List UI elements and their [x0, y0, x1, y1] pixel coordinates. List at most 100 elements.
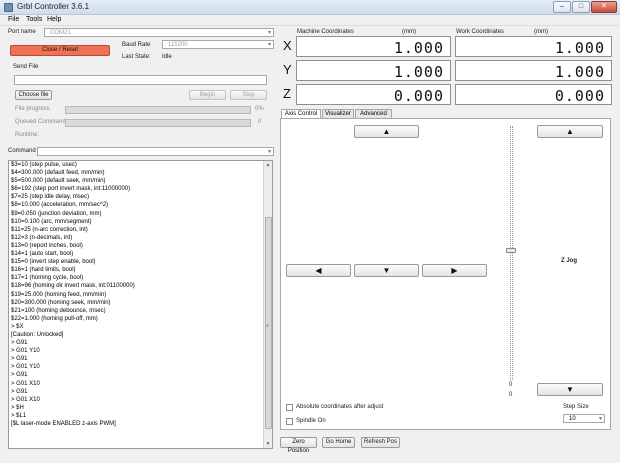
baud-rate-select[interactable]: 115200 ▾	[162, 40, 274, 49]
z-jog-label: Z Jog	[561, 258, 577, 264]
file-progress-percent: 0%	[255, 106, 264, 112]
begin-button[interactable]: Begin	[189, 90, 226, 100]
queued-commands-value: 0	[258, 119, 262, 125]
jog-x-minus-button[interactable]: ◀	[286, 264, 351, 277]
console-output[interactable]: $3=10 (step pulse, usec) $4=300.000 (defa…	[8, 160, 273, 449]
last-state-label: Last State:	[122, 54, 151, 60]
file-progress-bar	[65, 106, 251, 114]
choose-file-button[interactable]: Choose file	[15, 90, 52, 100]
maximize-button[interactable]: □	[572, 1, 590, 13]
scroll-up-icon[interactable]: ▲	[264, 162, 272, 168]
console-line: > $X	[11, 323, 24, 330]
jog-y-plus-button[interactable]: ▲	[354, 125, 419, 138]
console-line: > G91	[11, 388, 28, 395]
console-line: [$L laser-mode ENABLED z-axis PWM]	[11, 421, 116, 427]
menu-help[interactable]: Help	[47, 16, 61, 23]
absolute-coords-label: Absolute coordinates after adjust	[296, 404, 384, 410]
console-line: $16=1 (hard limits, bool)	[11, 267, 76, 274]
axis-z-label: Z	[283, 86, 291, 101]
minimize-button[interactable]: –	[553, 1, 571, 13]
chevron-down-icon: ▾	[598, 416, 602, 422]
command-label: Command	[8, 148, 36, 154]
baud-rate-label: Baud Rate	[122, 42, 151, 48]
console-line: [Caution: Unlocked]	[11, 331, 64, 338]
menu-file[interactable]: File	[8, 16, 19, 23]
axis-y-label: Y	[283, 62, 292, 77]
work-z-display: 0.000	[455, 84, 612, 105]
console-line: $5=500.000 (default seek, mm/min)	[11, 178, 106, 185]
stop-button[interactable]: Stop	[230, 90, 267, 100]
console-line: > G01 X10	[11, 380, 40, 387]
work-y-value: 1.000	[554, 63, 605, 81]
z-speed-slider-track[interactable]	[510, 126, 513, 380]
file-path-field[interactable]	[14, 75, 267, 85]
jog-y-minus-button[interactable]: ▼	[354, 264, 419, 277]
go-home-button[interactable]: Go Home	[322, 437, 355, 448]
machine-x-value: 1.000	[393, 39, 444, 57]
console-line: $4=300.000 (default feed, mm/min)	[11, 170, 105, 177]
machine-y-value: 1.000	[393, 63, 444, 81]
step-size-select[interactable]: 10 ▾	[563, 414, 605, 423]
queued-commands-label: Queued Commands	[15, 119, 69, 125]
file-progress-label: File progress	[15, 106, 50, 112]
console-line: $19=25.000 (homing feed, mm/min)	[11, 291, 107, 298]
refresh-pos-button[interactable]: Refresh Pos	[361, 437, 400, 448]
port-name-select[interactable]: COM21 ▾	[44, 28, 274, 37]
machine-z-display: 0.000	[296, 84, 451, 105]
grip-icon: ≡	[266, 323, 269, 329]
port-name-value: COM21	[50, 30, 71, 36]
spindle-on-label: Spindle On	[296, 418, 326, 424]
tab-advanced[interactable]: Advanced	[355, 109, 392, 118]
console-line: $11=25 (n-arc correction, int)	[11, 226, 88, 233]
console-line: $9=0.050 (junction deviation, mm)	[11, 210, 102, 217]
menu-bar: File Tools Help	[0, 15, 620, 26]
console-line: $14=1 (auto start, bool)	[11, 251, 74, 258]
zero-position-button[interactable]: Zero Position	[280, 437, 317, 454]
console-line: > G91	[11, 372, 28, 379]
machine-coordinates-label: Machine Coordinates	[297, 29, 354, 35]
jog-x-plus-button[interactable]: ▶	[422, 264, 487, 277]
console-line: $8=10.000 (acceleration, mm/sec^2)	[11, 202, 109, 209]
absolute-coords-checkbox[interactable]	[286, 404, 293, 411]
console-line: > G91	[11, 356, 28, 363]
command-input[interactable]: ▾	[37, 147, 274, 156]
console-line: > $H	[11, 404, 24, 411]
title-bar: Grbl Controller 3.6.1 – □ ✕	[0, 0, 620, 15]
machine-unit-label: (mm)	[402, 29, 416, 35]
console-line: > G01 Y10	[11, 364, 40, 371]
work-coordinates-label: Work Coordinates	[456, 29, 504, 35]
step-size-label: Step Size	[563, 404, 589, 410]
console-line: $15=0 (invert step enable, bool)	[11, 259, 96, 266]
close-reset-button[interactable]: Close / Reset	[10, 45, 110, 56]
slider-bottom-value: 0	[509, 392, 513, 398]
console-line: > $L1	[11, 412, 27, 419]
console-line: $6=192 (step port invert mask, int:11000…	[11, 186, 131, 193]
chevron-down-icon: ▾	[267, 149, 271, 155]
console-line: $18=96 (homing dir invert mask, int:0110…	[11, 283, 135, 290]
console-line: $22=1.000 (homing pull-off, mm)	[11, 315, 98, 322]
console-line: > G01 Y10	[11, 348, 40, 355]
spindle-on-checkbox[interactable]	[286, 418, 293, 425]
console-line: $17=1 (homing cycle, bool)	[11, 275, 84, 282]
runtime-label: Runtime:	[15, 132, 40, 138]
work-unit-label: (mm)	[534, 29, 548, 35]
close-window-button[interactable]: ✕	[591, 1, 617, 13]
menu-tools[interactable]: Tools	[26, 16, 42, 23]
step-size-value: 10	[569, 416, 576, 422]
jog-z-minus-button[interactable]: ▼	[537, 383, 603, 396]
chevron-down-icon: ▾	[267, 30, 271, 36]
machine-y-display: 1.000	[296, 60, 451, 81]
console-line: $21=100 (homing debounce, msec)	[11, 307, 106, 314]
scroll-down-icon[interactable]: ▼	[264, 441, 272, 447]
port-name-label: Port name	[8, 29, 36, 35]
jog-z-plus-button[interactable]: ▲	[537, 125, 603, 138]
axis-x-label: X	[283, 38, 292, 53]
work-z-value: 0.000	[554, 87, 605, 105]
console-line: $7=25 (step idle delay, msec)	[11, 194, 90, 201]
console-scrollbar[interactable]: ▲ ≡ ▼	[263, 161, 272, 448]
console-line: $10=0.100 (arc, mm/segment)	[11, 218, 92, 225]
tab-visualizer[interactable]: Visualizer	[322, 109, 354, 118]
z-speed-slider-handle[interactable]	[506, 248, 516, 253]
slider-top-value: 0	[509, 382, 513, 388]
work-x-display: 1.000	[455, 36, 612, 57]
